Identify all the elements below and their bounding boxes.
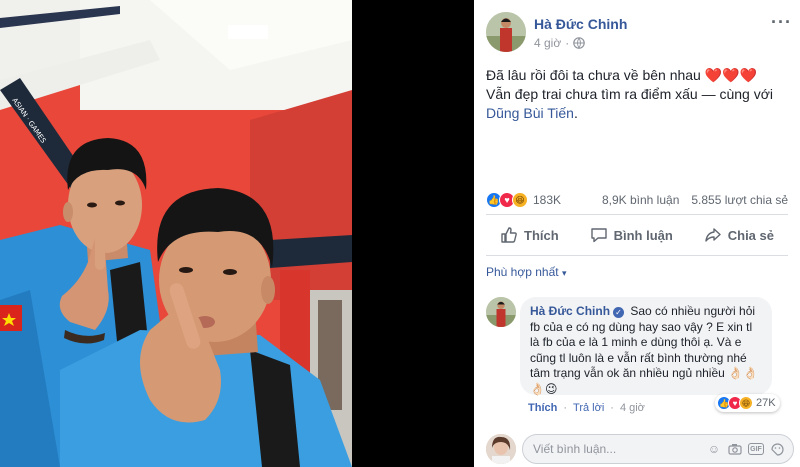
gif-icon[interactable]: GIF — [748, 443, 764, 455]
share-count-link[interactable]: 5.855 lượt chia sẻ — [691, 193, 788, 207]
selfie-image: ASIAN · GAMES — [0, 0, 352, 467]
composer-icons: ☺ GIF — [706, 435, 785, 463]
share-label: Chia sẻ — [727, 227, 774, 243]
camera-icon[interactable] — [727, 441, 743, 457]
photo-viewer: ASIAN · GAMES Hà Đức Chinh 4 giờ · ··· Đ… — [0, 0, 800, 467]
author-avatar[interactable] — [486, 12, 526, 52]
separator-dot: · — [610, 402, 614, 414]
comment-like-link[interactable]: Thích — [528, 402, 557, 414]
commenter-avatar[interactable] — [486, 297, 516, 327]
comment-reaction-summary[interactable]: 👍 ♥ 😆 27K — [715, 394, 780, 412]
verified-badge-icon: ✓ — [613, 307, 625, 318]
share-arrow-icon — [705, 228, 721, 242]
more-options-icon[interactable]: ··· — [771, 12, 792, 33]
like-label: Thích — [524, 227, 559, 243]
post-panel: Hà Đức Chinh 4 giờ · ··· Đã lâu rồi đôi … — [474, 0, 800, 467]
haha-reaction-icon: 😆 — [512, 192, 528, 208]
commenter-name[interactable]: Hà Đức Chinh — [530, 304, 610, 318]
tagged-person-link[interactable]: Dũng Bùi Tiến — [486, 105, 574, 121]
post-text-main: Đã lâu rồi đôi ta chưa về bên nhau — [486, 67, 701, 83]
sticker-icon[interactable] — [769, 441, 785, 457]
thumbs-up-icon — [501, 227, 517, 243]
comment-count-link[interactable]: 8,9K bình luận — [602, 193, 679, 207]
comment-reply-link[interactable]: Trả lời — [573, 402, 604, 414]
comment-input-placeholder: Viết bình luận... — [533, 442, 617, 456]
post-text-with: Vẫn đẹp trai chưa tìm ra điểm xấu — cùng… — [486, 86, 774, 102]
comment-input[interactable]: Viết bình luận... ☺ GIF — [522, 434, 794, 464]
comment-bubble: Hà Đức Chinh ✓ Sao có nhiều người hỏi fb … — [520, 297, 772, 396]
post-actions: Thích Bình luận Chia sẻ — [486, 218, 788, 252]
globe-icon — [573, 37, 586, 49]
share-button[interactable]: Chia sẻ — [690, 218, 788, 252]
reaction-count: 183K — [533, 193, 562, 207]
speech-bubble-icon — [590, 228, 607, 243]
comment-time[interactable]: 4 giờ — [620, 402, 645, 414]
sort-label: Phù hợp nhất — [486, 265, 559, 279]
comment-actions: Thích · Trả lời · 4 giờ — [528, 402, 645, 414]
divider-top — [486, 214, 788, 215]
separator-dot: · — [565, 36, 570, 50]
comment-sort-dropdown[interactable]: Phù hợp nhất ▾ — [486, 265, 566, 279]
haha-reaction-icon: 😆 — [739, 396, 753, 410]
author-name[interactable]: Hà Đức Chinh — [534, 16, 627, 32]
post-time[interactable]: 4 giờ — [534, 36, 561, 50]
viewer-avatar[interactable] — [486, 434, 516, 464]
reaction-summary[interactable]: 👍 ♥ 😆 183K — [486, 192, 561, 208]
divider-bottom — [486, 255, 788, 256]
hearts-emoji: ❤️❤️❤️ — [704, 67, 758, 83]
post-meta: 4 giờ · — [534, 36, 586, 50]
post-text: Đã lâu rồi đôi ta chưa về bên nhau ❤️❤️❤… — [486, 66, 786, 123]
comment-label: Bình luận — [613, 227, 673, 243]
separator-dot: · — [563, 402, 568, 414]
comment-reaction-count: 27K — [756, 397, 776, 409]
post-text-end: . — [573, 105, 578, 121]
engagement-stats: 👍 ♥ 😆 183K 8,9K bình luận 5.855 lượt chi… — [486, 192, 788, 210]
stats-right: 8,9K bình luận 5.855 lượt chia sẻ — [602, 193, 788, 207]
post-header: Hà Đức Chinh 4 giờ · ··· — [486, 12, 792, 56]
comment-composer: Viết bình luận... ☺ GIF — [486, 432, 794, 466]
comment-button[interactable]: Bình luận — [576, 218, 687, 252]
like-button[interactable]: Thích — [486, 218, 573, 252]
chevron-down-icon: ▾ — [561, 268, 567, 278]
post-photo[interactable]: ASIAN · GAMES — [0, 0, 352, 467]
smiley-icon[interactable]: ☺ — [706, 441, 722, 457]
post-text-line2: Vẫn đẹp trai chưa tìm ra điểm xấu — cùng… — [486, 85, 786, 123]
post-text-line1: Đã lâu rồi đôi ta chưa về bên nhau ❤️❤️❤… — [486, 66, 786, 85]
